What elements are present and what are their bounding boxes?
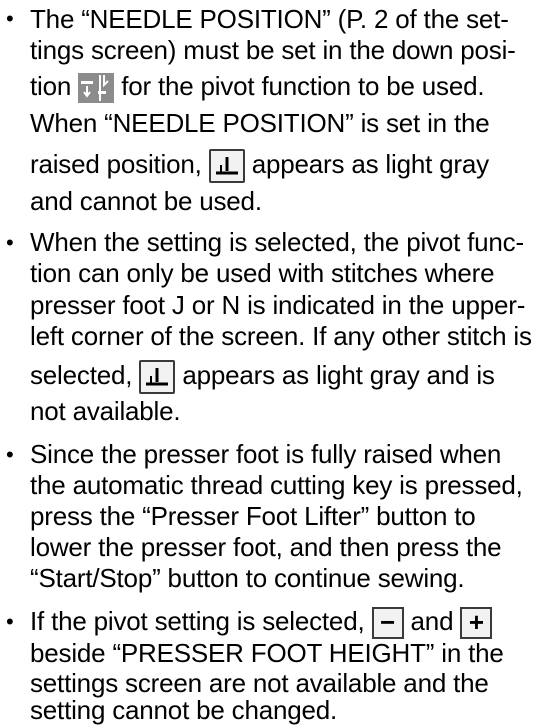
text-line-with-icon: selected, appears as light gray and is (30, 360, 495, 395)
text-segment: for the pivot function to be used. (121, 71, 485, 101)
text-segment: appears as light gray (251, 149, 489, 179)
text-line: press the “Presser Foot Lifter” button t… (30, 501, 476, 531)
text-line: beside “PRESSER FOOT HEIGHT” in the (30, 638, 504, 668)
minus-icon: − (371, 607, 404, 640)
text-line: setting cannot be changed. (30, 695, 338, 725)
text-line: lower the presser foot, and then press t… (30, 532, 502, 562)
text-segment: selected, (30, 360, 133, 390)
text-line: “Start/Stop” button to continue sewing. (30, 563, 465, 593)
text-line: When the setting is selected, the pivot … (30, 227, 524, 257)
text-line-with-icon: raised position, appears as light gray (30, 149, 489, 184)
text-segment: appears as light gray and is (182, 360, 495, 390)
manual-page: • The “NEEDLE POSITION” (P. 2 of the set… (0, 0, 551, 725)
text-segment: tion (30, 71, 72, 101)
plus-icon: + (460, 607, 493, 640)
text-line: and cannot be used. (30, 186, 262, 216)
bullet-dot: • (6, 230, 14, 255)
bullet-dot: • (6, 609, 14, 634)
pivot-icon (208, 149, 245, 184)
text-line: The “NEEDLE POSITION” (P. 2 of the set- (30, 4, 509, 34)
pivot-icon (139, 360, 176, 395)
text-segment: If the pivot setting is selected, (30, 606, 365, 636)
text-line: tings screen) must be set in the down po… (30, 35, 516, 65)
needle-down-position-icon (78, 73, 115, 104)
text-line: presser foot J or N is indicated in the … (30, 290, 526, 320)
text-line-with-icon: tion for the pivot function to be used. (30, 71, 485, 104)
bullet-dot: • (6, 442, 14, 467)
text-line: Since the presser foot is fully raised w… (30, 439, 502, 469)
text-line: the automatic thread cutting key is pres… (30, 470, 523, 500)
bullet-dot: • (6, 6, 14, 31)
text-segment: raised position, (30, 149, 202, 179)
text-line-with-icon: If the pivot setting is selected, − and … (30, 606, 493, 640)
text-line: When “NEEDLE POSITION” is set in the (30, 108, 490, 138)
text-line: left corner of the screen. If any other … (30, 321, 532, 351)
text-line: tion can only be used with stitches wher… (30, 258, 495, 288)
text-segment: and (410, 606, 454, 636)
text-line: settings screen are not available and th… (30, 668, 489, 698)
text-line: not available. (30, 396, 181, 426)
